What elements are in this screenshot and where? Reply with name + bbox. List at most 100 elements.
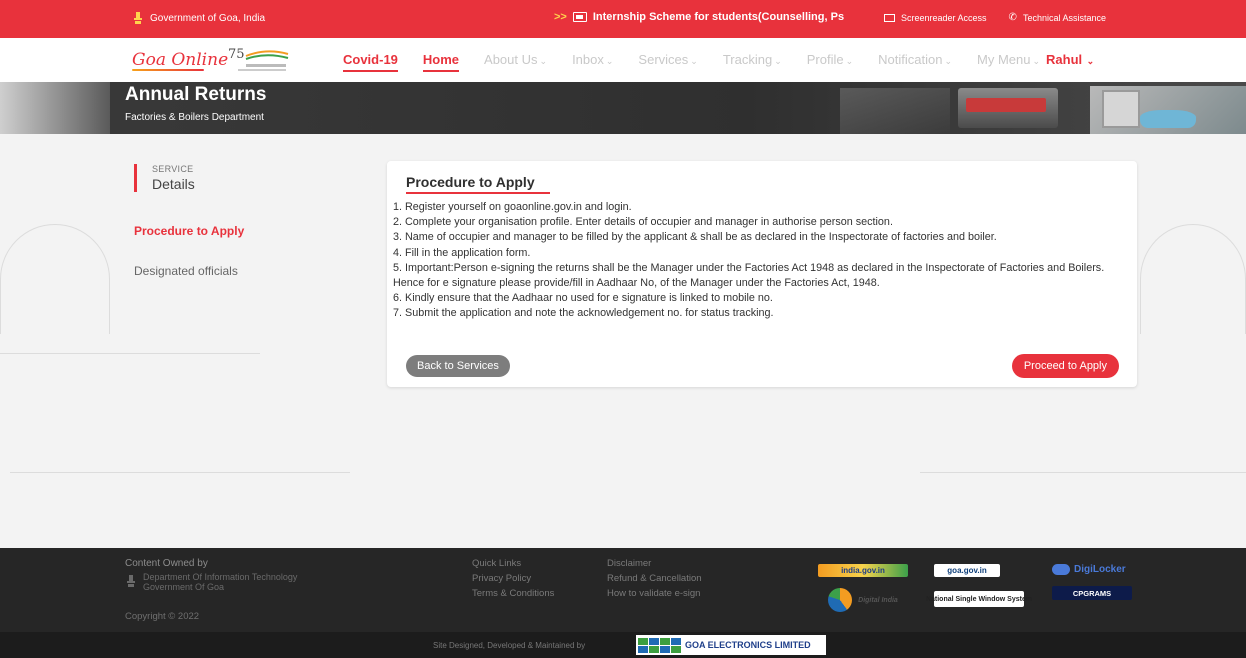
sidebar-item-designated-officials[interactable]: Designated officials [134,264,354,278]
chevron-down-icon: ⌄ [774,56,782,66]
footer-link-privacy-policy[interactable]: Privacy Policy [472,573,607,584]
nav-item-inbox[interactable]: Inbox ⌄ [572,52,613,67]
back-to-services-button[interactable]: Back to Services [406,355,510,377]
user-menu[interactable]: Rahul ⌄ [1046,52,1094,67]
technical-assistance-link[interactable]: ✆ Technical Assistance [1009,12,1106,23]
screenreader-text: Screenreader Access [901,12,987,23]
nav-label: Profile [806,52,844,67]
page-banner: Annual Returns Factories & Boilers Depar… [0,82,1246,134]
logo-underline [132,69,204,71]
nav-item-my-menu[interactable]: My Menu ⌄ [977,52,1040,67]
chevron-down-icon: ⌄ [944,56,953,66]
designed-by-text: Site Designed, Developed & Maintained by [433,641,586,650]
proceed-to-apply-button[interactable]: Proceed to Apply [1011,354,1119,378]
procedure-step: 6. Kindly ensure that the Aadhaar no use… [393,292,773,305]
page-subtitle: Factories & Boilers Department [125,112,264,123]
news-icon [572,12,587,22]
nsws-badge[interactable]: National Single Window System [926,591,1032,607]
footer-link-refund[interactable]: Refund & Cancellation [607,573,747,584]
footer-link-quick-links[interactable]: Quick Links [472,558,607,569]
emblem-icon [127,575,135,587]
procedure-heading: Procedure to Apply [406,174,535,190]
nav-label: About Us [484,52,538,67]
service-details-header: SERVICE Details [134,164,354,192]
nav-label: Inbox [572,52,604,67]
service-sidebar: SERVICE Details Procedure to Apply Desig… [134,164,354,278]
news-ticker[interactable]: >> Internship Scheme for students(Counse… [554,11,844,23]
user-name: Rahul [1046,52,1083,67]
chevron-down-icon: ⌄ [845,56,854,66]
main-navbar: Goa Online 75 Covid-19 Home About Us ⌄ In… [0,38,1246,82]
gel-mark-icon [638,637,681,653]
footer-ownership: Content Owned by Department Of Informati… [125,558,297,622]
nav-item-services[interactable]: Services ⌄ [638,52,697,67]
digital-india-logo-icon [828,588,853,612]
monitor-icon [884,13,895,22]
nav-menu: Covid-19 Home About Us ⌄ Inbox ⌄ Services ⌄… [343,52,1094,72]
procedure-steps: 1. Register yourself on goaonline.gov.in… [393,200,1113,322]
content-owned-label: Content Owned by [125,558,208,569]
chevron-down-icon: ⌄ [690,56,698,66]
main-content: SERVICE Details Procedure to Apply Desig… [0,134,1246,548]
cpgrams-badge[interactable]: CPGRAMS [1052,586,1132,600]
azadi-ka-amrit-mahotsav-logo: 75 [228,47,289,71]
banner-photo-bus [958,88,1058,128]
emblem-icon [134,12,142,24]
banner-photo-worker [1090,86,1246,134]
procedure-step: 3. Name of occupier and manager to be fi… [393,231,997,244]
nav-item-covid[interactable]: Covid-19 [343,52,398,72]
chevron-down-icon: ⌄ [539,56,548,66]
nav-label: My Menu [977,52,1031,67]
footer-link-terms[interactable]: Terms & Conditions [472,588,607,599]
digital-india-text: Digital India [858,596,898,604]
page-title: Annual Returns [125,84,267,105]
banner-fade [0,82,110,134]
top-bar: Government of Goa, India >> Internship S… [0,0,1246,38]
background-arch [1140,224,1246,334]
nav-item-home[interactable]: Home [422,52,460,72]
chevron-down-icon: ⌄ [1084,56,1095,66]
goa-electronics-logo[interactable]: GOA ELECTRONICS LIMITED [636,635,826,655]
details-label: Details [152,176,195,192]
india-gov-badge[interactable]: india.gov.in [818,564,908,577]
nav-item-notification[interactable]: Notification ⌄ [878,52,952,67]
nav-item-profile[interactable]: Profile ⌄ [807,52,853,67]
chevron-down-icon: ⌄ [1032,56,1041,66]
digilocker-text: DigiLocker [1074,563,1126,575]
nav-label: Services [638,52,689,67]
screenreader-link[interactable]: Screenreader Access [884,13,987,23]
service-label: SERVICE [152,164,194,174]
footer-credits: Site Designed, Developed & Maintained by… [0,632,1246,658]
background-wall [0,304,260,354]
background-fence [920,472,1246,508]
cloud-icon [1052,563,1070,575]
digilocker-badge[interactable]: DigiLocker [1052,560,1142,578]
footer-link-disclaimer[interactable]: Disclaimer [607,558,747,569]
government-name: Government Of Goa [143,582,225,592]
chevron-down-icon: ⌄ [605,56,614,66]
government-text: Government of Goa, India [150,12,266,24]
department-name: Department Of Information Technology [143,572,298,582]
goa-gov-badge[interactable]: goa.gov.in [934,564,1000,577]
digital-india-badge[interactable]: Digital India [818,586,908,614]
sidebar-item-procedure[interactable]: Procedure to Apply [134,224,354,238]
department-info: Department Of Information Technology Gov… [125,572,297,592]
nav-label: Notification [878,52,943,67]
heading-underline [406,192,550,194]
procedure-step: 5. Important:Person e-signing the return… [393,261,1105,290]
company-name: GOA ELECTRONICS LIMITED [685,640,811,650]
svg-text:75: 75 [228,47,245,62]
double-chevron-icon: >> [554,11,567,23]
goa-online-logo[interactable]: Goa Online [132,50,228,70]
banner-photo-market [840,88,950,134]
nav-label: Tracking [722,52,773,67]
government-label[interactable]: Government of Goa, India [132,11,265,25]
procedure-card: Procedure to Apply 1. Register yourself … [387,161,1137,387]
procedure-step: 2. Complete your organisation profile. E… [393,216,893,229]
nav-item-tracking[interactable]: Tracking ⌄ [723,52,782,67]
footer-link-validate-esign[interactable]: How to validate e-sign [607,588,747,599]
procedure-step: 4. Fill in the application form. [393,246,531,259]
nav-item-about-us[interactable]: About Us ⌄ [484,52,547,67]
footer-links: Quick Links Disclaimer Privacy Policy Re… [472,558,747,599]
procedure-step: 7. Submit the application and note the a… [393,307,774,320]
